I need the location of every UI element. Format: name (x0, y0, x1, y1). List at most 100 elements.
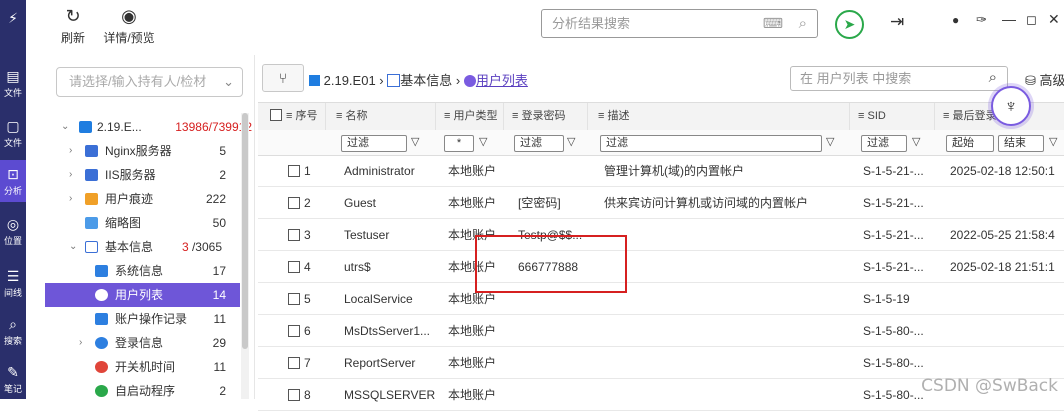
tree-item-power-times[interactable]: 开关机时间 11 (45, 355, 240, 379)
row-checkbox[interactable] (288, 389, 300, 401)
rail-item-file[interactable]: ▢ 文件 (0, 112, 26, 154)
table-row[interactable]: 5 LocalService 本地账户 S-1-5-19 (258, 284, 1064, 315)
cell-sid: S-1-5-21-... (863, 196, 924, 210)
keyboard-icon[interactable]: ⌨ (763, 10, 783, 37)
filter-description[interactable]: 过滤 (600, 135, 822, 152)
grid-search-input[interactable]: 在 用户列表 中搜索 ⌕ (790, 66, 1008, 91)
filter-name[interactable]: 过滤 (341, 135, 407, 152)
cell-desc: 管理计算机(域)的内置帐户 (604, 164, 744, 178)
row-checkbox[interactable] (288, 197, 300, 209)
filter-time-end[interactable]: 结束 (998, 135, 1044, 152)
table-row[interactable]: 1 Administrator 本地账户 管理计算机(域)的内置帐户 S-1-5-21-… (258, 156, 1064, 187)
header-description[interactable]: ≡ 描述 (588, 103, 850, 130)
left-rail: ⚡ ▤ 文件 ▢ 文件 ⊡ 分析 ◎ 位置 ☰ 间线 ⌕ 搜索 ✎ 笔记 (0, 0, 26, 399)
cell-no: 3 (288, 220, 326, 251)
eye-icon: ◉ (121, 6, 137, 26)
filter-time-start[interactable]: 起始 (946, 135, 994, 152)
maximize-icon[interactable]: ◻ (1026, 12, 1037, 28)
tree-item-user-list[interactable]: 用户列表 14 (45, 283, 240, 307)
advanced-search-button[interactable]: ⛁ 高级 (1025, 70, 1064, 89)
rail-item-timeline[interactable]: ☰ 间线 (0, 262, 26, 304)
windows-icon (309, 75, 320, 86)
tree-item-login-info[interactable]: › 登录信息 29 (45, 331, 240, 355)
close-icon[interactable]: ✕ (1048, 11, 1060, 28)
owner-filter-select[interactable]: 请选择/输入持有人/检材 ⌄ (56, 67, 243, 97)
header-index[interactable]: ≡ 序号 (258, 103, 326, 130)
cell-type: 本地账户 (448, 356, 497, 370)
refresh-button[interactable]: ↻ 刷新 (50, 3, 96, 46)
export-icon[interactable]: ⇥ (890, 12, 904, 32)
tree-item-iis[interactable]: › IIS服务器 2 (45, 163, 240, 187)
analysis-search-input[interactable]: 分析结果搜索 ⌨ ⌕ (541, 9, 818, 38)
row-checkbox[interactable] (288, 165, 300, 177)
table-row[interactable]: 3 Testuser 本地账户 Testp@$$... S-1-5-21-... 2022… (258, 220, 1064, 251)
rail-item-analysis[interactable]: ⊡ 分析 (0, 160, 26, 202)
branch-icon: ⑂ (278, 70, 288, 86)
server-icon (85, 145, 98, 157)
filter-sid[interactable]: 过滤 (861, 135, 907, 152)
filter-row: 过滤 ▽ * ▽ 过滤 ▽ 过滤 ▽ 过滤 ▽ 起始 结束 ▽ (258, 130, 1064, 156)
chevron-right-icon: › (69, 193, 73, 204)
breadcrumb-section[interactable]: 基本信息 (400, 73, 452, 88)
filter-type[interactable]: * (444, 135, 474, 152)
filter-icon[interactable]: ▽ (411, 135, 419, 148)
tree-item-nginx[interactable]: › Nginx服务器 5 (45, 139, 240, 163)
tree-item-system-info[interactable]: 系统信息 17 (45, 259, 240, 283)
filter-icon[interactable]: ▽ (567, 135, 575, 148)
tree-panel: 请选择/输入持有人/检材 ⌄ ⌄ 2.19.E... 13986/739912 … (45, 55, 255, 399)
send-icon[interactable]: ➤ (835, 10, 864, 39)
cell-type: 本地账户 (448, 164, 497, 178)
tree-item-user-traces[interactable]: › 用户痕迹 222 (45, 187, 240, 211)
advanced-search-icon: ⛁ (1025, 73, 1036, 88)
filter-icon[interactable]: ▽ (826, 135, 834, 148)
minimize-icon[interactable]: — (1002, 11, 1016, 27)
filter-password[interactable]: 过滤 (514, 135, 564, 152)
rail-item-document[interactable]: ▤ 文件 (0, 62, 26, 104)
table-row[interactable]: 7 ReportServer 本地账户 S-1-5-80-... (258, 348, 1064, 379)
tree-item-autostart[interactable]: 自启动程序 2 (45, 379, 240, 403)
cell-sid: S-1-5-80-... (863, 356, 924, 370)
table-row[interactable]: 6 MsDtsServer1... 本地账户 S-1-5-80-... (258, 316, 1064, 347)
rail-item-location[interactable]: ◎ 位置 (0, 210, 26, 252)
breadcrumb-evidence[interactable]: 2.19.E01 (324, 73, 376, 88)
row-checkbox[interactable] (288, 261, 300, 273)
cell-no: 4 (288, 252, 326, 283)
filter-icon[interactable]: ▽ (1049, 135, 1057, 148)
rail-item-search[interactable]: ⌕ 搜索 (0, 310, 26, 352)
breadcrumb-current[interactable]: 用户列表 (476, 73, 528, 88)
tree-scrollbar[interactable] (241, 113, 249, 399)
branch-button[interactable]: ⑂ (262, 64, 304, 92)
row-checkbox[interactable] (288, 357, 300, 369)
rail-item-note[interactable]: ✎ 笔记 (0, 358, 26, 400)
cell-no: 5 (288, 284, 326, 315)
user-icon[interactable]: ● (952, 13, 959, 27)
filter-icon[interactable]: ▽ (912, 135, 920, 148)
select-all-checkbox[interactable] (270, 109, 282, 121)
assistant-avatar-icon[interactable]: ♆ (991, 86, 1031, 126)
row-checkbox[interactable] (288, 325, 300, 337)
table-row[interactable]: 2 Guest 本地账户 [空密码] 供来宾访问计算机或访问域的内置帐户 S-1-5-21… (258, 188, 1064, 219)
tree-item-basic-info[interactable]: ⌄ 基本信息 3 /3065 (45, 235, 240, 259)
cell-sid: S-1-5-19 (863, 292, 910, 306)
row-checkbox[interactable] (288, 293, 300, 305)
tree-item-thumbnails[interactable]: 缩略图 50 (45, 211, 240, 235)
detail-preview-button[interactable]: ◉ 详情/预览 (100, 3, 158, 46)
header-password[interactable]: ≡ 登录密码 (504, 103, 588, 130)
log-icon (95, 313, 108, 325)
header-sid[interactable]: ≡ SID (850, 103, 935, 130)
search-icon[interactable]: ⌕ (799, 10, 807, 37)
windows-icon (79, 121, 92, 133)
row-checkbox[interactable] (288, 229, 300, 241)
search-icon[interactable]: ⌕ (989, 66, 997, 89)
list-icon (387, 74, 401, 87)
header-type[interactable]: ≡ 用户类型 (436, 103, 504, 130)
filter-icon[interactable]: ▽ (479, 135, 487, 148)
tree-root[interactable]: ⌄ 2.19.E... 13986/739912 (45, 115, 252, 139)
cell-desc: 供来宾访问计算机或访问域的内置帐户 (604, 196, 809, 210)
tree-item-account-ops[interactable]: 账户操作记录 11 (45, 307, 240, 331)
logo-icon: ⚡ (8, 10, 18, 26)
table-row[interactable]: 4 utrs$ 本地账户 666777888 S-1-5-21-... 2025-02-1… (258, 252, 1064, 283)
pin-icon[interactable]: ✑ (976, 12, 987, 28)
chevron-right-icon: › (69, 169, 73, 180)
header-name[interactable]: ≡ 名称 (326, 103, 436, 130)
